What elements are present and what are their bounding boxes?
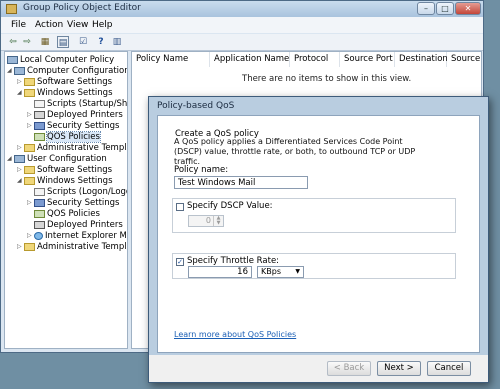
folder-icon bbox=[24, 166, 35, 174]
column-header-source-port[interactable]: Source Port bbox=[340, 52, 395, 67]
printer-icon bbox=[34, 221, 45, 229]
throttle-unit-select[interactable]: KBps ▼ bbox=[257, 266, 304, 278]
dscp-checkbox[interactable] bbox=[176, 203, 184, 211]
printer-icon bbox=[34, 111, 45, 119]
column-header-source-ip[interactable]: Source IP / ... bbox=[447, 52, 481, 67]
menu-action[interactable]: Action bbox=[35, 20, 63, 30]
qos-policy-icon bbox=[34, 210, 45, 218]
security-icon bbox=[34, 122, 45, 130]
computer-icon bbox=[14, 67, 25, 75]
computer-policy-icon bbox=[7, 56, 18, 64]
help-icon[interactable]: ? bbox=[95, 36, 107, 48]
expand-arrow-icon[interactable]: ▷ bbox=[27, 197, 34, 209]
back-arrow-icon[interactable]: ⇦ bbox=[7, 36, 19, 48]
scripts-icon bbox=[34, 100, 45, 108]
window-title-bar[interactable]: Group Policy Object Editor – □ ✕ bbox=[1, 1, 483, 17]
maximize-button[interactable]: □ bbox=[436, 2, 454, 15]
dialog-description: A QoS policy applies a Differentiated Se… bbox=[174, 137, 416, 166]
collapse-arrow-icon[interactable]: ◢ bbox=[17, 87, 24, 99]
collapse-arrow-icon[interactable]: ◢ bbox=[17, 175, 24, 187]
next-button[interactable]: Next > bbox=[377, 361, 421, 376]
dialog-button-bar: < Back Next > Cancel bbox=[149, 355, 488, 382]
group-policy-app-icon bbox=[6, 4, 17, 14]
minimize-button[interactable]: – bbox=[417, 2, 435, 15]
menu-file[interactable]: File bbox=[11, 20, 26, 30]
window-title: Group Policy Object Editor bbox=[23, 3, 141, 13]
dialog-title: Policy-based QoS bbox=[157, 101, 235, 111]
learn-more-link[interactable]: Learn more about QoS Policies bbox=[174, 330, 296, 339]
spinner-arrows-icon[interactable]: ▲ ▼ bbox=[213, 216, 223, 226]
folder-icon bbox=[24, 89, 35, 97]
throttle-checkbox[interactable]: ✓ bbox=[176, 258, 184, 266]
policy-name-field[interactable]: Test Windows Mail bbox=[174, 176, 308, 189]
column-header-application-name[interactable]: Application Name bbox=[210, 52, 290, 67]
console-icon[interactable]: ▥ bbox=[111, 36, 123, 48]
throttle-label: Specify Throttle Rate: bbox=[187, 256, 280, 266]
back-button[interactable]: < Back bbox=[327, 361, 371, 376]
expand-arrow-icon[interactable]: ▷ bbox=[27, 120, 34, 132]
properties-icon[interactable]: ☑ bbox=[77, 36, 89, 48]
collapse-arrow-icon[interactable]: ◢ bbox=[7, 153, 14, 165]
column-header-policy-name[interactable]: Policy Name bbox=[132, 52, 210, 67]
policy-tree[interactable]: Local Computer Policy ◢ Computer Configur… bbox=[4, 51, 128, 349]
menu-bar: File Action View Help bbox=[1, 17, 483, 33]
menu-view[interactable]: View bbox=[67, 20, 88, 30]
dscp-value-stepper[interactable]: 0 ▲ ▼ bbox=[188, 215, 224, 227]
expand-arrow-icon[interactable]: ▷ bbox=[17, 241, 24, 253]
policy-name-label: Policy name: bbox=[174, 165, 229, 175]
chevron-down-icon: ▼ bbox=[295, 268, 300, 275]
cancel-button[interactable]: Cancel bbox=[427, 361, 471, 376]
toolbar: ⇦ ⇨ ▦ ▤ ☑ ? ▥ bbox=[1, 34, 483, 51]
up-folder-icon[interactable]: ▦ bbox=[39, 36, 51, 48]
show-hide-tree-icon[interactable]: ▤ bbox=[57, 36, 69, 48]
empty-list-message: There are no items to show in this view. bbox=[242, 74, 412, 84]
folder-icon bbox=[24, 243, 35, 251]
folder-icon bbox=[24, 177, 35, 185]
throttle-unit-value: KBps bbox=[261, 267, 281, 276]
folder-icon bbox=[24, 144, 35, 152]
collapse-arrow-icon[interactable]: ◢ bbox=[7, 65, 14, 77]
column-header-destination[interactable]: Destination ... bbox=[395, 52, 459, 67]
user-icon bbox=[14, 155, 25, 163]
dscp-value: 0 bbox=[205, 216, 211, 225]
ie-icon bbox=[34, 232, 43, 240]
policy-based-qos-dialog: Policy-based QoS Create a QoS policy A Q… bbox=[148, 96, 489, 383]
qos-policy-icon bbox=[34, 133, 45, 141]
tree-item-user-administrative-templates[interactable]: ▷Administrative Template bbox=[17, 241, 127, 253]
folder-icon bbox=[24, 78, 35, 86]
forward-arrow-icon[interactable]: ⇨ bbox=[21, 36, 33, 48]
throttle-rate-field[interactable]: 16 bbox=[188, 266, 252, 278]
security-icon bbox=[34, 199, 45, 207]
close-button[interactable]: ✕ bbox=[455, 2, 481, 15]
menu-help[interactable]: Help bbox=[92, 20, 113, 30]
column-header-protocol[interactable]: Protocol bbox=[290, 52, 340, 67]
dscp-label: Specify DSCP Value: bbox=[187, 201, 273, 211]
scripts-icon bbox=[34, 188, 45, 196]
